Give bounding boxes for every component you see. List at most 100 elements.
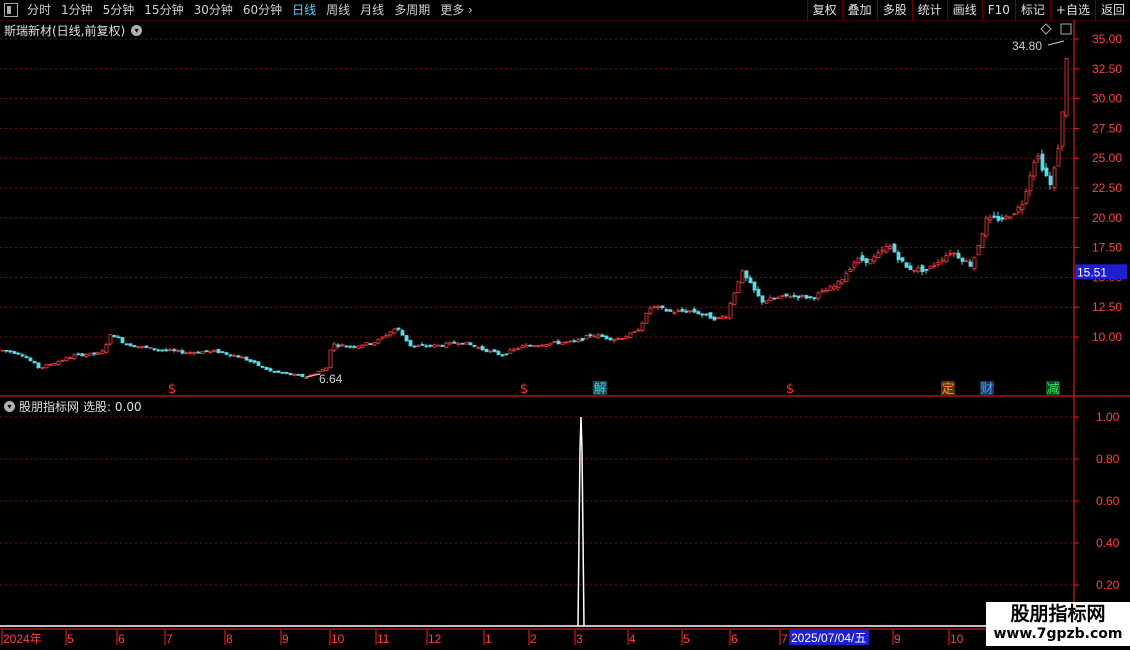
candle-body xyxy=(1024,190,1029,204)
candle-body xyxy=(196,351,201,354)
event-marker: $ xyxy=(786,382,794,397)
candle-body xyxy=(148,347,153,350)
candle-body xyxy=(808,296,813,299)
price-label: 20.00 xyxy=(1092,211,1122,225)
time-label: 9 xyxy=(282,632,289,646)
candle-body xyxy=(1020,203,1025,210)
candle-body xyxy=(944,255,949,263)
candle-body xyxy=(220,351,225,354)
candle-body xyxy=(744,270,749,279)
candle-body xyxy=(780,294,785,298)
candle-body xyxy=(136,346,141,349)
event-marker: $ xyxy=(520,382,528,397)
signal-spike xyxy=(577,416,585,627)
time-label: 10 xyxy=(331,632,345,646)
candle-body xyxy=(180,350,185,354)
candle-body xyxy=(972,256,977,270)
candle-body xyxy=(696,311,701,315)
candle-body xyxy=(1008,216,1013,220)
candle-body xyxy=(56,361,61,365)
candle-body xyxy=(424,345,429,348)
candle-body xyxy=(212,349,217,353)
candle-body xyxy=(416,345,421,348)
candle-body xyxy=(244,356,249,361)
candle-body xyxy=(840,278,845,284)
time-label: 5 xyxy=(67,632,74,646)
candle-body xyxy=(580,337,585,341)
candle-body xyxy=(652,305,657,308)
candle-body xyxy=(200,351,205,355)
layout-icon xyxy=(1060,23,1072,35)
candle-body xyxy=(868,258,873,265)
time-label: 5 xyxy=(683,632,690,646)
candle-body xyxy=(792,295,797,297)
candle-body xyxy=(828,286,833,292)
candle-body xyxy=(32,361,37,364)
candle-body xyxy=(132,345,137,348)
candle-body xyxy=(0,349,5,352)
candle-body xyxy=(660,305,665,309)
candle-body xyxy=(536,345,541,348)
candle-body xyxy=(452,341,457,344)
candle-body xyxy=(360,344,365,348)
candle-body xyxy=(20,354,25,357)
candle-body xyxy=(688,310,693,313)
candle-body xyxy=(596,334,601,338)
candle-body xyxy=(888,245,893,249)
candle-body xyxy=(676,310,681,313)
candle-body xyxy=(304,376,309,379)
candle-body xyxy=(8,350,13,353)
price-label: 12.50 xyxy=(1092,300,1122,314)
candle-body xyxy=(392,328,397,334)
candle-body xyxy=(480,346,485,351)
candle-body xyxy=(100,350,105,355)
candle-body xyxy=(576,339,581,342)
candle-body xyxy=(328,349,333,369)
time-label: 6 xyxy=(731,632,738,646)
time-label: 1 xyxy=(485,632,492,646)
candle-body xyxy=(908,265,913,270)
candle-body xyxy=(728,303,733,319)
candle-body xyxy=(752,281,757,291)
candle-body xyxy=(68,357,73,360)
candle-body xyxy=(552,341,557,343)
candle-body xyxy=(528,344,533,347)
candle-body xyxy=(284,372,289,374)
kline-chart[interactable]: 35.00 32.50 30.00 27.50 25.00 22.50 20.00 17.50… xyxy=(0,0,1130,650)
candle-body xyxy=(912,269,917,272)
candle-body xyxy=(516,347,521,350)
candle-body xyxy=(324,367,329,371)
candle-body xyxy=(768,297,773,302)
candle-body xyxy=(216,349,221,354)
candle-body xyxy=(680,309,685,312)
candle-body xyxy=(332,343,337,351)
candle-body xyxy=(440,345,445,347)
candle-body xyxy=(704,313,709,316)
candle-body xyxy=(352,346,357,348)
high-arrow xyxy=(1047,40,1065,46)
time-label: 12 xyxy=(428,632,442,646)
candle-body xyxy=(192,352,197,355)
candle-body xyxy=(740,270,745,284)
candle-body xyxy=(60,359,65,362)
candle-body xyxy=(496,350,501,355)
sub-axis-label: 0.40 xyxy=(1096,536,1120,550)
candle-body xyxy=(784,293,789,297)
candle-body xyxy=(348,345,353,348)
candle-body xyxy=(632,331,637,334)
candle-body xyxy=(264,366,269,370)
time-label: 9 xyxy=(894,632,901,646)
candle-body xyxy=(144,345,149,348)
candle-body xyxy=(456,343,461,346)
candle-body xyxy=(928,265,933,269)
candle-body xyxy=(588,334,593,337)
candle-body xyxy=(1056,148,1061,167)
candle-body xyxy=(104,344,109,353)
candle-body xyxy=(844,272,849,282)
candle-body xyxy=(120,337,125,343)
candle-body xyxy=(960,257,965,262)
candle-body xyxy=(620,337,625,340)
candle-body xyxy=(448,342,453,345)
candle-body xyxy=(940,259,945,262)
candle-body xyxy=(292,373,297,376)
